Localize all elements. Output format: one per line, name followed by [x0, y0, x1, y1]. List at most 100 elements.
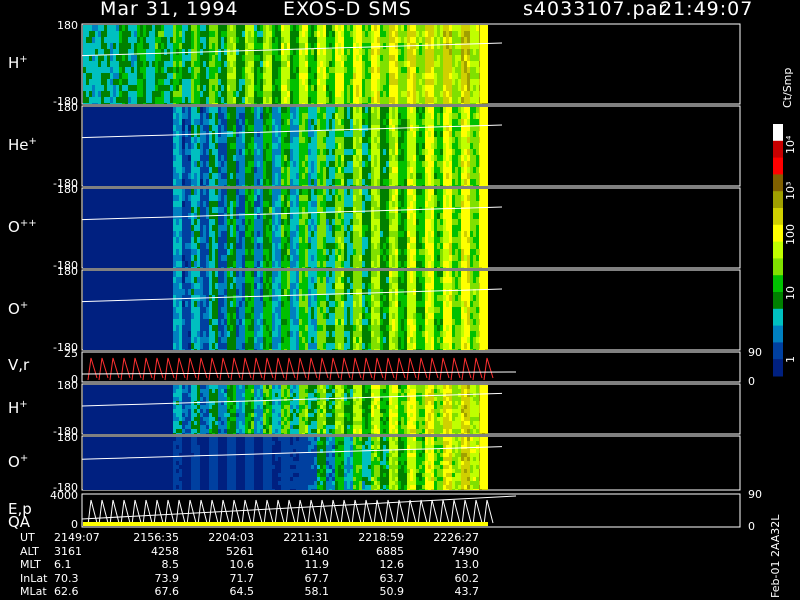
footer-cell: 2149:07 [54, 531, 100, 544]
spectrogram-cells [83, 437, 488, 490]
footer-cell: 4258 [151, 544, 179, 558]
panel-label-charge: + [19, 399, 28, 410]
spectrogram-cells [83, 107, 488, 186]
spectrogram-cells [83, 25, 488, 104]
footer-row-label: MLT [20, 558, 41, 572]
panel-label-charge: + [19, 300, 29, 311]
right-axis-top-label: 90 [748, 346, 762, 359]
panel-label: H+ [8, 54, 28, 72]
plot-window: Mar 31, 1994 EXOS-D SMS s4033107.par 21:… [0, 0, 800, 600]
y-axis-top-label: 180 [57, 379, 78, 392]
colorbar-unit: Ct/Smp [781, 67, 794, 108]
footer-cell: 13.0 [454, 558, 480, 572]
footer-cell: 3161 [54, 544, 82, 558]
footer-cell: 7490 [451, 544, 479, 558]
panel-label: O+ [8, 453, 29, 471]
footer-cell: 8.5 [161, 558, 180, 572]
spectrogram-svg [81, 23, 783, 528]
footer-row-label: InLat [20, 571, 48, 585]
colorbar-segment [773, 292, 783, 310]
footer-cell: 2218:59 [358, 531, 404, 544]
colorbar-segment [773, 342, 783, 360]
y-axis-top-label: 180 [57, 265, 78, 278]
colorbar-segment [773, 157, 783, 175]
qa-bar [83, 522, 488, 526]
colorbar-segment [773, 241, 783, 259]
colorbar-segment [773, 275, 783, 293]
panel-label-charge: + [28, 136, 37, 147]
footer-cell: 67.7 [304, 571, 330, 585]
colorbar-segment [773, 359, 783, 377]
right-axis-bottom-label: 0 [748, 375, 755, 388]
panel-label-secondary: QA [8, 513, 31, 531]
right-axis-top-label: 90 [748, 488, 762, 501]
y-axis-top-label: 180 [57, 19, 78, 32]
footer-row-label: MLat [20, 585, 47, 599]
footer-row-label: UT [20, 531, 35, 544]
panel-label-charge: + [19, 453, 29, 464]
footer-cell: 70.3 [54, 571, 79, 585]
y-axis-top-label: 180 [57, 183, 78, 196]
panel-label: O+ [8, 300, 29, 318]
y-axis-top-label: 180 [57, 101, 78, 114]
footer-cell: 6885 [376, 544, 404, 558]
panel-label-charge: + [19, 54, 28, 65]
colorbar-tick-label: 10³ [784, 181, 797, 200]
footer-row-label: ALT [20, 544, 39, 558]
footer-cell: 2211:31 [283, 531, 329, 544]
footer-cell: 5261 [226, 544, 254, 558]
footer-cell: 12.6 [379, 558, 405, 572]
footer-cell: 50.9 [379, 585, 405, 599]
data-edge-column [480, 25, 488, 103]
data-edge-column [480, 437, 488, 489]
y-axis-top-label: 4000 [50, 489, 78, 502]
y-axis-top-label: 180 [57, 431, 78, 444]
colorbar-segment [773, 191, 783, 209]
colorbar-segment [773, 224, 783, 243]
panel-label: He+ [8, 136, 37, 154]
panel-label: O++ [8, 218, 37, 236]
colorbar-tick-label: 10 [784, 286, 797, 301]
footer-cell: 67.6 [154, 585, 180, 599]
footer-cell: 63.7 [379, 571, 405, 585]
colorbar-segment [773, 325, 783, 343]
data-edge-column [480, 189, 488, 267]
footer-cell: 6140 [301, 544, 329, 558]
footer-cell: 2204:03 [208, 531, 254, 544]
footer-cell: 10.6 [229, 558, 255, 572]
footer-cell: 64.5 [229, 585, 255, 599]
colorbar-segment [773, 124, 783, 142]
panel-label: H+ [8, 399, 28, 417]
y-axis-top-label: 25 [64, 347, 78, 360]
panel-label: V,r [8, 356, 30, 374]
footer-cell: 60.2 [454, 571, 480, 585]
footer-cell: 2156:35 [133, 531, 179, 544]
colorbar-segment [773, 308, 783, 327]
data-edge-column [480, 107, 488, 185]
colorbar-segment [773, 208, 783, 226]
footer-cell: 43.7 [454, 585, 480, 599]
panel-frame [81, 351, 741, 383]
panel-label-charge: ++ [19, 218, 37, 229]
spectrogram-cells [83, 385, 488, 434]
right-axis-bottom-label: 0 [748, 520, 755, 533]
footer-cell: 73.9 [154, 571, 180, 585]
footer-cell: 6.1 [54, 558, 72, 572]
footer-cell: 58.1 [304, 585, 330, 599]
colorbar-tick-label: 100 [784, 223, 797, 245]
footer-cell: 2226:27 [433, 531, 479, 544]
data-edge-column [480, 385, 488, 433]
stamp-label: Feb-01 2AA32L [769, 514, 782, 598]
data-edge-column [480, 271, 488, 349]
colorbar-tick-label: 1 [784, 356, 797, 364]
spectrogram-cells [83, 271, 488, 350]
y-axis-bottom-label: 0 [71, 518, 78, 531]
colorbar-segment [773, 258, 783, 276]
footer-cell: 62.6 [54, 585, 79, 599]
spectrogram-cells [83, 189, 488, 268]
footer-cell: 11.9 [304, 558, 330, 572]
footer-cell: 71.7 [229, 571, 255, 585]
colorbar-segment [773, 174, 783, 192]
colorbar-tick-label: 10⁴ [784, 135, 797, 155]
colorbar-segment [773, 140, 783, 159]
